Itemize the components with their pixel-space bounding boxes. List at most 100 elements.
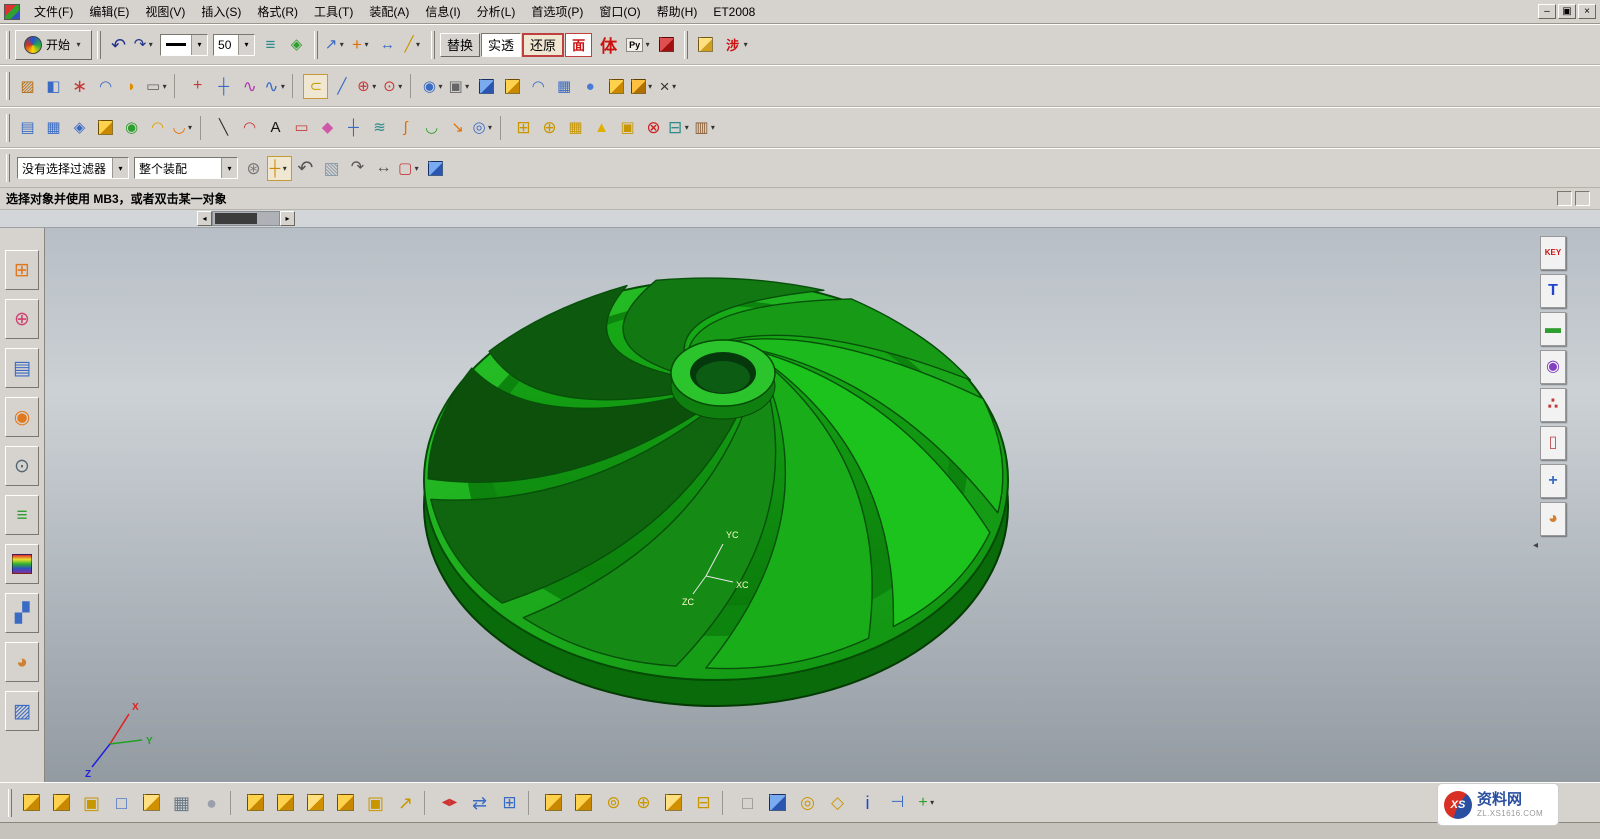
chamfer-icon[interactable]: ▾ xyxy=(630,74,656,99)
menu-item-5[interactable]: 格式(R) xyxy=(249,0,306,23)
chevron-down-icon[interactable]: ▾ xyxy=(238,35,254,55)
menu-item-12[interactable]: 帮助(H) xyxy=(649,0,706,23)
boss-feature-icon[interactable] xyxy=(241,788,270,817)
selection-filter-combo[interactable]: 没有选择过滤器 ▾ xyxy=(17,157,129,179)
text-tool-icon[interactable]: A xyxy=(263,115,288,140)
key-palette-icon[interactable]: KEY xyxy=(1540,236,1566,270)
zoom-combo[interactable]: 50 ▾ xyxy=(213,34,255,56)
studio-spline-icon[interactable]: ∿▾ xyxy=(263,74,288,99)
part-navigator-icon[interactable]: ▤ xyxy=(5,348,39,388)
slider-track[interactable] xyxy=(212,211,280,226)
tube-icon[interactable]: ◎▾ xyxy=(471,115,496,140)
materials-palette-icon[interactable] xyxy=(5,544,39,584)
slider-right-button[interactable]: ▸ xyxy=(280,211,295,226)
primitive-shapes-icon[interactable]: ▭▾ xyxy=(145,74,170,99)
slider-thumb[interactable] xyxy=(215,213,257,224)
sweep-icon[interactable]: ◠ xyxy=(93,74,118,99)
arc-tool-icon[interactable]: ◠ xyxy=(237,115,262,140)
replace-button[interactable]: 替换 xyxy=(440,33,480,57)
details-panel-icon[interactable]: ≡ xyxy=(5,495,39,535)
menu-item-10[interactable]: 首选项(P) xyxy=(523,0,591,23)
datum-plane-icon[interactable]: ◧ xyxy=(41,74,66,99)
toolbar-grip[interactable] xyxy=(314,31,318,59)
dropdown-arrow-icon[interactable]: ▾ xyxy=(160,82,169,91)
chevron-down-icon[interactable]: ▾ xyxy=(221,158,237,178)
curve-mesh-icon[interactable]: ◈ xyxy=(67,115,92,140)
dropdown-arrow-icon[interactable]: ▾ xyxy=(280,164,289,173)
split-body-icon[interactable]: ⇄ xyxy=(465,788,494,817)
sphere-icon[interactable]: ● xyxy=(578,74,603,99)
resource-collapse-arrow[interactable]: ◂ xyxy=(1533,540,1538,551)
arc-icon[interactable]: ⊙▾ xyxy=(381,74,406,99)
assembly-navigator-icon[interactable]: ⊞ xyxy=(5,250,39,290)
view-pan-slider[interactable]: ◂ ▸ xyxy=(197,211,295,226)
snap-point-icon[interactable]: ┼▾ xyxy=(267,156,292,181)
dropdown-arrow-icon[interactable]: ▾ xyxy=(708,123,717,132)
graphics-viewport[interactable]: YCXCZCXYZ KEYT▬◉∴▯+◕ ◂ xyxy=(45,228,1600,782)
line-tool-icon[interactable]: ╲ xyxy=(211,115,236,140)
unite-icon[interactable]: ◉▾ xyxy=(421,74,446,99)
menu-item-6[interactable]: 工具(T) xyxy=(306,0,361,23)
show-box-icon[interactable]: □ xyxy=(733,788,762,817)
start-button[interactable]: 开始 ▾ xyxy=(15,30,92,60)
menu-item-4[interactable]: 插入(S) xyxy=(193,0,249,23)
offset-face-icon[interactable] xyxy=(569,788,598,817)
layer-category-icon[interactable]: ◈ xyxy=(284,32,309,57)
bridge-curve-icon[interactable]: ◡ xyxy=(419,115,444,140)
dropdown-arrow-icon[interactable]: ▾ xyxy=(370,82,379,91)
chevron-down-icon[interactable]: ▾ xyxy=(112,158,128,178)
dropdown-arrow-icon[interactable]: ▾ xyxy=(463,82,472,91)
joint-tool-icon[interactable]: ⊕ xyxy=(629,788,658,817)
shaded-view-icon[interactable]: ▧ xyxy=(319,156,344,181)
undo-icon[interactable]: ↶ xyxy=(106,32,131,57)
point-icon[interactable]: + xyxy=(185,74,210,99)
menu-item-3[interactable]: 视图(V) xyxy=(137,0,193,23)
adjust-tool-icon[interactable]: ⊚ xyxy=(599,788,628,817)
dropdown-arrow-icon[interactable]: ▾ xyxy=(146,40,155,49)
dropdown-arrow-icon[interactable]: ▾ xyxy=(186,123,195,132)
impeller-model[interactable]: YCXCZCXYZ xyxy=(45,228,1600,782)
restore-icon[interactable]: ▣ xyxy=(1558,4,1576,19)
people-palette-icon[interactable]: ◕ xyxy=(1540,502,1566,536)
section-surface-icon[interactable]: ◉ xyxy=(119,115,144,140)
offset-surface-icon[interactable]: ◡▾ xyxy=(171,115,196,140)
chevron-down-icon[interactable]: ▾ xyxy=(191,35,207,55)
move-face-icon[interactable] xyxy=(539,788,568,817)
line-style-combo[interactable]: ▾ xyxy=(160,34,208,56)
task-sketch-icon[interactable]: ▣ xyxy=(77,788,106,817)
pad-feature-icon[interactable] xyxy=(271,788,300,817)
feature-extrude-icon[interactable] xyxy=(17,788,46,817)
ring-tool-icon[interactable]: ◎ xyxy=(793,788,822,817)
reuse-library-icon[interactable]: ◉ xyxy=(5,397,39,437)
pocket-feature-icon[interactable] xyxy=(301,788,330,817)
menu-item-11[interactable]: 窗口(O) xyxy=(591,0,648,23)
menu-item-13[interactable]: ET2008 xyxy=(705,2,763,22)
new-component-icon[interactable]: ⊕ xyxy=(537,115,562,140)
project-curve-icon[interactable]: ↘ xyxy=(445,115,470,140)
scene-settings-icon[interactable]: ▨ xyxy=(5,691,39,731)
dropdown-arrow-icon[interactable]: ▾ xyxy=(928,798,937,807)
selection-scope-combo[interactable]: 整个装配 ▾ xyxy=(134,157,238,179)
view-undo-icon[interactable]: ↶ xyxy=(293,156,318,181)
restore-button[interactable]: 还原 xyxy=(522,33,564,57)
molecule-palette-icon[interactable]: ◉ xyxy=(1540,350,1566,384)
orient-view-icon[interactable] xyxy=(423,156,448,181)
link-body-icon[interactable]: ⊟ xyxy=(689,788,718,817)
csys-icon[interactable]: +▾ xyxy=(349,32,374,57)
part-info-icon[interactable]: i xyxy=(853,788,882,817)
toolbar-grip[interactable] xyxy=(6,72,10,100)
slider-left-button[interactable]: ◂ xyxy=(197,211,212,226)
through-curves-icon[interactable]: ▦ xyxy=(41,115,66,140)
sheet-body-icon[interactable] xyxy=(500,74,525,99)
minimize-icon[interactable]: – xyxy=(1538,4,1556,19)
join-curve-icon[interactable]: ⊂ xyxy=(303,74,328,99)
bridge-surface-icon[interactable]: ◠ xyxy=(145,115,170,140)
vector-icon[interactable]: ↗▾ xyxy=(323,32,348,57)
polygon-tool-icon[interactable]: ◆ xyxy=(315,115,340,140)
spline-icon[interactable]: ∿ xyxy=(237,74,262,99)
constraint-navigator-icon[interactable]: ⊕ xyxy=(5,299,39,339)
bounded-plane-icon[interactable]: ▦ xyxy=(552,74,577,99)
body-pair-icon[interactable] xyxy=(659,788,688,817)
wireframe-box-icon[interactable]: □ xyxy=(107,788,136,817)
pan-view-icon[interactable]: ↔ xyxy=(371,156,396,181)
